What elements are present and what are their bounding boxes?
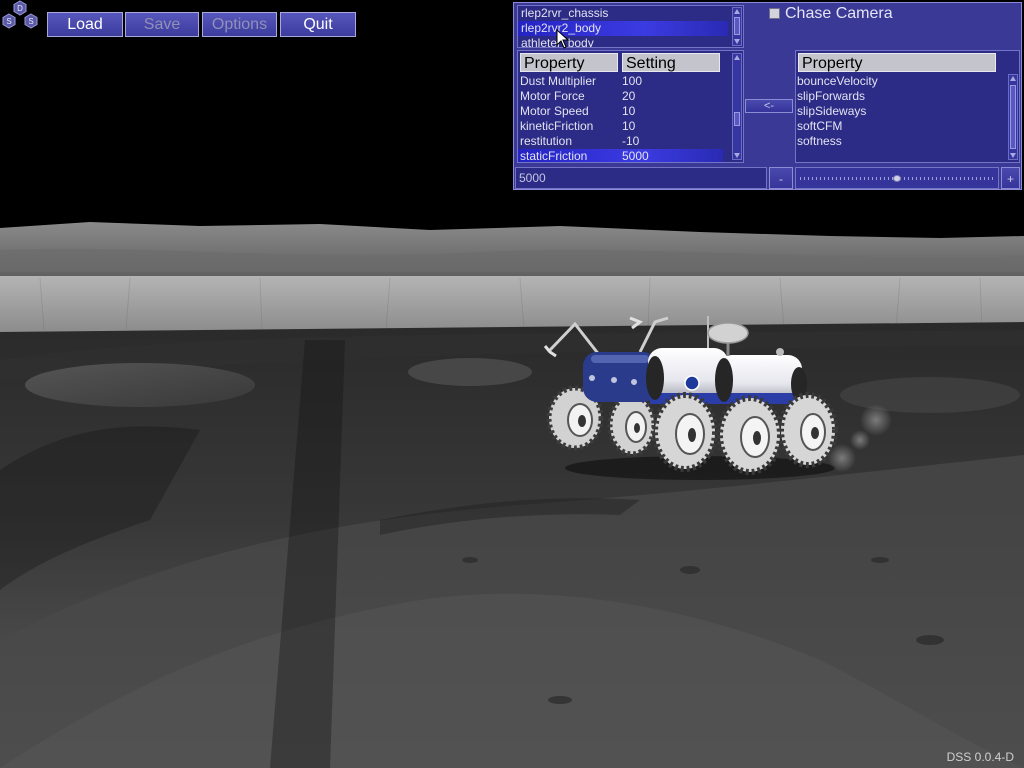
slider-thumb[interactable] [893, 175, 901, 182]
rover-bolt [589, 375, 595, 381]
table-row[interactable]: Dust Multiplier 100 [518, 74, 723, 89]
table-row[interactable]: Motor Speed 10 [518, 104, 723, 119]
chase-camera-checkbox[interactable]: ✓ [769, 8, 780, 19]
list-item[interactable]: softness [796, 134, 1001, 149]
table-row[interactable]: kineticFriction 10 [518, 119, 723, 134]
scroll-down-arrow-icon[interactable] [1009, 151, 1017, 159]
list-item[interactable]: softCFM [796, 119, 1001, 134]
property-panel: rlep2rvr_chassis rlep2rvr2_body athleter… [513, 2, 1022, 190]
column-header-property[interactable]: Property [798, 53, 996, 72]
property-name: kineticFriction [520, 119, 594, 133]
scroll-up-arrow-icon[interactable] [1009, 75, 1017, 83]
property-table[interactable]: Property Setting Dust Multiplier 100 Mot… [517, 50, 744, 163]
scrollbar-thumb[interactable] [1010, 85, 1016, 149]
value-input[interactable]: 5000 [515, 167, 767, 189]
mouse-cursor-icon [556, 29, 570, 49]
body-name: rlep2rvr_chassis [521, 6, 609, 20]
dust-cloud [850, 430, 870, 450]
rover-wheel [717, 395, 783, 475]
rover-wheel [652, 392, 718, 472]
rover-bolt [631, 379, 637, 385]
rover-wheel [778, 392, 838, 468]
scrollbar-thumb[interactable] [734, 17, 740, 35]
dss-logo-icon: D S S [2, 0, 38, 29]
scroll-down-arrow-icon[interactable] [733, 151, 741, 159]
property-value: 5000 [622, 149, 649, 163]
list-item[interactable]: slipForwards [796, 89, 1001, 104]
body-list-scrollbar[interactable] [732, 7, 742, 46]
rover-joint [646, 356, 664, 400]
property-value: 10 [622, 104, 636, 118]
table-row[interactable]: restitution -10 [518, 134, 723, 149]
property-name: bounceVelocity [797, 74, 878, 88]
options-button[interactable]: Options [202, 12, 277, 37]
save-button[interactable]: Save [125, 12, 199, 37]
property-name: softCFM [797, 119, 843, 133]
mound-left [25, 363, 255, 407]
list-item[interactable]: rlep2rvr2_body [518, 21, 728, 36]
property-value: 10 [622, 119, 636, 133]
table-scrollbar[interactable] [732, 53, 742, 160]
load-button[interactable]: Load [47, 12, 123, 37]
list-item[interactable]: rlep2rvr_chassis [518, 6, 728, 21]
logo-letter: D [17, 4, 23, 13]
property-name: slipSideways [797, 104, 867, 118]
scrollbar-thumb[interactable] [734, 112, 740, 126]
chase-camera-label[interactable]: Chase Camera [785, 5, 893, 23]
table-row[interactable]: Motor Force 20 [518, 89, 723, 104]
mound-center [408, 358, 532, 386]
list-item[interactable]: slipSideways [796, 104, 1001, 119]
quit-button[interactable]: Quit [280, 12, 356, 37]
rover-wheel [607, 393, 657, 457]
list-item[interactable]: athleter_body [518, 36, 728, 47]
property-value: 20 [622, 89, 636, 103]
scroll-up-arrow-icon[interactable] [733, 8, 741, 16]
property-name: Motor Force [520, 89, 585, 103]
table-row[interactable]: staticFriction 5000 [518, 149, 723, 163]
rover-body-highlight [591, 355, 649, 363]
rover-joint [715, 358, 733, 402]
logo-letter: S [28, 17, 33, 26]
property-name: Dust Multiplier [520, 74, 597, 88]
property-name: staticFriction [520, 149, 588, 163]
property-value: -10 [622, 134, 640, 148]
version-label: DSS 0.0.4-D [946, 750, 1014, 764]
rover-dish-antenna [707, 322, 749, 344]
value-slider[interactable] [795, 167, 999, 189]
property-name: softness [797, 134, 842, 148]
column-header-setting[interactable]: Setting [622, 53, 720, 72]
rover-bolt [611, 377, 617, 383]
add-property-button[interactable]: <- [745, 99, 793, 113]
list-item[interactable]: bounceVelocity [796, 74, 1001, 89]
property-name: Motor Speed [520, 104, 589, 118]
rover-sensor [776, 348, 784, 356]
property-name: restitution [520, 134, 573, 148]
available-list-scrollbar[interactable] [1008, 74, 1018, 160]
dust-cloud [860, 404, 892, 436]
scroll-down-arrow-icon[interactable] [733, 37, 741, 45]
scroll-up-arrow-icon[interactable] [733, 54, 741, 62]
available-properties-list[interactable]: Property bounceVelocity slipForwards sli… [795, 50, 1020, 163]
increment-button[interactable]: + [1001, 167, 1020, 189]
nasa-logo [684, 375, 700, 391]
logo-letter: S [6, 17, 11, 26]
body-list[interactable]: rlep2rvr_chassis rlep2rvr2_body athleter… [517, 5, 744, 48]
column-header-property[interactable]: Property [520, 53, 618, 72]
property-value: 100 [622, 74, 643, 88]
property-name: slipForwards [797, 89, 866, 103]
decrement-button[interactable]: - [769, 167, 793, 189]
